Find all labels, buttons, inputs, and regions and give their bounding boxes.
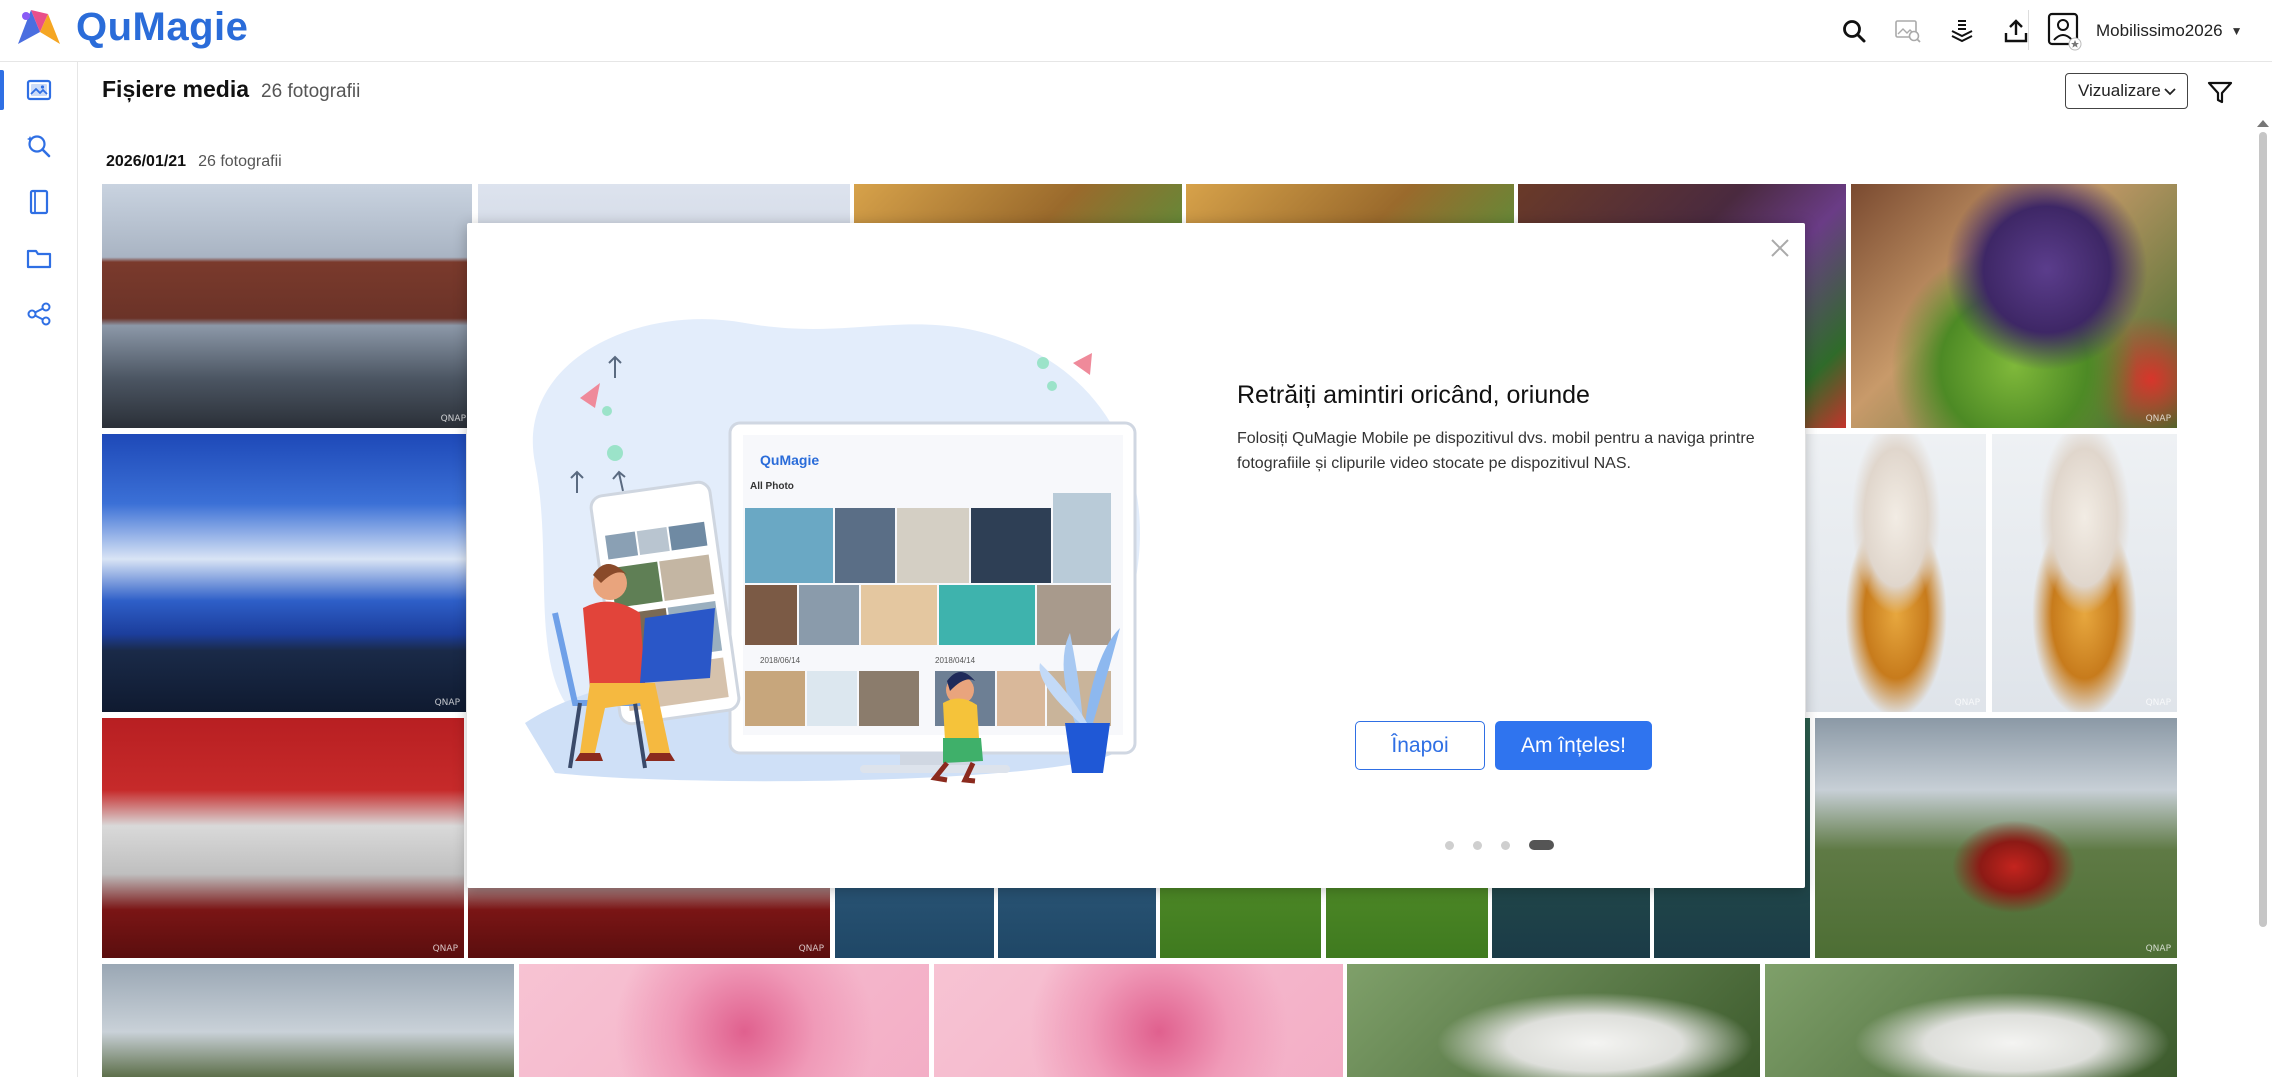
pagination-dot[interactable] [1473, 840, 1482, 850]
photo-tile[interactable] [102, 964, 514, 1077]
background-tasks-button[interactable] [1942, 11, 1982, 51]
chevron-down-icon: ▼ [2230, 24, 2243, 38]
upload-button[interactable] [1996, 11, 2036, 51]
top-header: QuMagie Mobilissimo2026 ▼ [0, 0, 2272, 62]
sidebar-item-folders[interactable] [0, 230, 78, 286]
photo-tile[interactable]: QNAP [102, 718, 464, 958]
search-button[interactable] [1834, 11, 1874, 51]
sidebar-item-share[interactable] [0, 286, 78, 342]
illustration-app-name: QuMagie [760, 452, 819, 468]
app-name: QuMagie [76, 4, 249, 49]
app-logo[interactable]: QuMagie [14, 4, 248, 50]
filter-icon[interactable] [2206, 78, 2234, 106]
scroll-up-arrow[interactable] [2257, 120, 2269, 127]
illustration-date-2: 2018/04/14 [935, 656, 976, 665]
photo-tile[interactable]: QNAP [102, 184, 472, 428]
photo-tile[interactable]: QNAP [102, 434, 466, 712]
smart-search-icon [27, 135, 51, 158]
user-account-icon [2047, 12, 2082, 51]
dialog-heading: Retrăiți amintiri oricând, oriunde [1237, 381, 1590, 409]
sidebar-item-albums[interactable] [0, 174, 78, 230]
sidebar-item-photos[interactable] [0, 62, 78, 118]
photo-tile[interactable] [1765, 964, 2177, 1077]
pagination-dots [1445, 840, 1554, 850]
user-avatar [2046, 11, 2082, 51]
sidebar [0, 62, 78, 1077]
header-divider [2028, 10, 2029, 50]
background-tasks-icon [1951, 20, 1973, 43]
qumagie-logo-icon [18, 10, 60, 44]
dialog-description: Folosiți QuMagie Mobile pe dispozitivul … [1237, 430, 1755, 472]
view-mode-select[interactable]: Vizualizare [2065, 73, 2188, 109]
view-mode-label: Vizualizare [2078, 81, 2161, 100]
photo-tile[interactable]: QNAP [1851, 184, 2177, 428]
photo-tile[interactable]: QNAP [1806, 434, 1986, 712]
pagination-dot[interactable] [1501, 840, 1510, 850]
page-title: Fișiere media [102, 76, 250, 102]
user-menu[interactable]: Mobilissimo2026 ▼ [2046, 8, 2243, 54]
photo-tile[interactable] [1347, 964, 1760, 1077]
folder-icon [26, 249, 52, 269]
photo-tile[interactable] [519, 964, 929, 1077]
illustration-date-1: 2018/06/14 [760, 656, 801, 665]
header-actions [1834, 11, 2036, 51]
share-icon [27, 302, 51, 326]
sidebar-item-smart-search[interactable] [0, 118, 78, 174]
got-it-button[interactable]: Am înțeles! [1495, 721, 1652, 770]
pagination-dot-active[interactable] [1529, 840, 1554, 850]
chevron-down-icon [2164, 88, 2176, 96]
photo-tile[interactable] [934, 964, 1343, 1077]
photos-icon [26, 79, 52, 101]
mobile-app-illustration: QuMagie All Photo 2018/06/14 2018/04/14 [525, 319, 1140, 784]
search-icon [1843, 20, 1866, 43]
page-title-row: Fișiere media 26 fotografii [102, 76, 360, 103]
albums-icon [29, 189, 49, 215]
illustration-header: All Photo [750, 481, 794, 492]
image-search-icon [1895, 20, 1921, 43]
pagination-dot[interactable] [1445, 840, 1454, 850]
photo-tile[interactable]: QNAP [1992, 434, 2177, 712]
user-name: Mobilissimo2026 [2096, 21, 2223, 40]
upload-icon [2004, 19, 2028, 43]
page-photo-count: 26 fotografii [261, 81, 361, 102]
photo-tile[interactable]: QNAP [1815, 718, 2177, 958]
date-group-count: 26 fotografii [198, 153, 282, 170]
back-button[interactable]: Înapoi [1355, 721, 1485, 770]
date-group-label: 2026/01/21 [106, 153, 187, 170]
scrollbar-thumb[interactable] [2259, 132, 2267, 927]
onboarding-dialog: QuMagie All Photo 2018/06/14 2018/04/14 [467, 223, 1805, 888]
date-group-header: 2026/01/21 26 fotografii [106, 153, 282, 171]
image-search-button[interactable] [1888, 11, 1928, 51]
close-icon[interactable] [1767, 235, 1793, 261]
